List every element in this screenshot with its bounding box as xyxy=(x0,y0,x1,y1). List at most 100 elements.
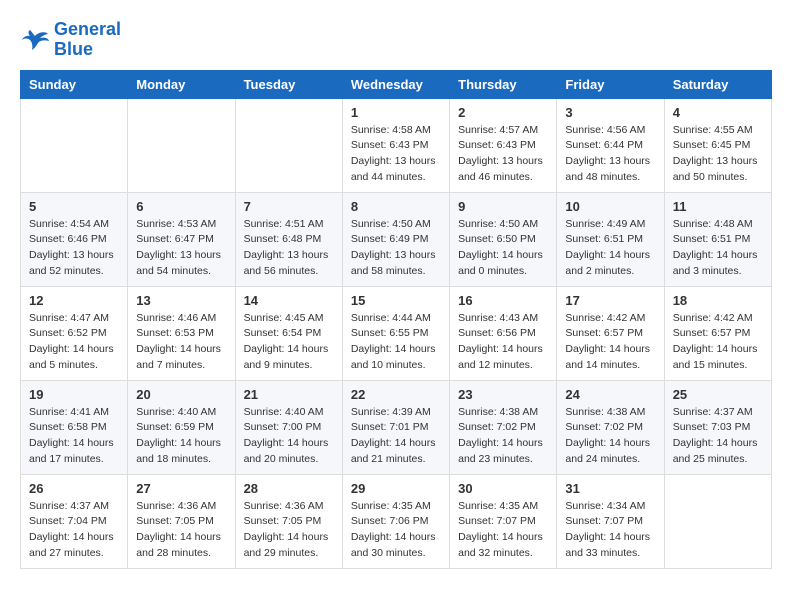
calendar-day-26: 26 Sunrise: 4:37 AM Sunset: 7:04 PM Dayli… xyxy=(21,474,128,568)
day-number: 9 xyxy=(458,199,548,214)
day-info: Sunrise: 4:42 AM Sunset: 6:57 PM Dayligh… xyxy=(673,311,763,374)
empty-day-cell xyxy=(128,98,235,192)
calendar-week-row: 19 Sunrise: 4:41 AM Sunset: 6:58 PM Dayli… xyxy=(21,380,772,474)
page-header: General Blue xyxy=(20,20,772,60)
day-info: Sunrise: 4:53 AM Sunset: 6:47 PM Dayligh… xyxy=(136,217,226,280)
calendar-week-row: 12 Sunrise: 4:47 AM Sunset: 6:52 PM Dayli… xyxy=(21,286,772,380)
calendar-day-21: 21 Sunrise: 4:40 AM Sunset: 7:00 PM Dayli… xyxy=(235,380,342,474)
empty-day-cell xyxy=(235,98,342,192)
weekday-header-sunday: Sunday xyxy=(21,70,128,98)
day-number: 23 xyxy=(458,387,548,402)
day-info: Sunrise: 4:41 AM Sunset: 6:58 PM Dayligh… xyxy=(29,405,119,468)
calendar-day-16: 16Sunrise: 4:43 AM Sunset: 6:56 PM Dayli… xyxy=(450,286,557,380)
day-info: Sunrise: 4:46 AM Sunset: 6:53 PM Dayligh… xyxy=(136,311,226,374)
calendar-day-12: 12 Sunrise: 4:47 AM Sunset: 6:52 PM Dayli… xyxy=(21,286,128,380)
calendar-day-24: 24 Sunrise: 4:38 AM Sunset: 7:02 PM Dayli… xyxy=(557,380,664,474)
day-info: Sunrise: 4:54 AM Sunset: 6:46 PM Dayligh… xyxy=(29,217,119,280)
day-info: Sunrise: 4:50 AM Sunset: 6:49 PM Dayligh… xyxy=(351,217,441,280)
day-number: 26 xyxy=(29,481,119,496)
empty-day-cell xyxy=(664,474,771,568)
day-info: Sunrise: 4:39 AM Sunset: 7:01 PM Dayligh… xyxy=(351,405,441,468)
day-info: Sunrise: 4:34 AM Sunset: 7:07 PM Dayligh… xyxy=(565,499,655,562)
day-number: 19 xyxy=(29,387,119,402)
logo: General Blue xyxy=(20,20,121,60)
weekday-header-friday: Friday xyxy=(557,70,664,98)
day-number: 31 xyxy=(565,481,655,496)
calendar-day-6: 6 Sunrise: 4:53 AM Sunset: 6:47 PM Daylig… xyxy=(128,192,235,286)
day-info: Sunrise: 4:51 AM Sunset: 6:48 PM Dayligh… xyxy=(244,217,334,280)
logo-text: General Blue xyxy=(54,20,121,60)
calendar-day-29: 29 Sunrise: 4:35 AM Sunset: 7:06 PM Dayli… xyxy=(342,474,449,568)
day-info: Sunrise: 4:56 AM Sunset: 6:44 PM Dayligh… xyxy=(565,123,655,186)
day-number: 4 xyxy=(673,105,763,120)
calendar-day-9: 9Sunrise: 4:50 AM Sunset: 6:50 PM Daylig… xyxy=(450,192,557,286)
day-number: 20 xyxy=(136,387,226,402)
calendar-day-4: 4 Sunrise: 4:55 AM Sunset: 6:45 PM Daylig… xyxy=(664,98,771,192)
day-number: 7 xyxy=(244,199,334,214)
day-number: 10 xyxy=(565,199,655,214)
day-number: 15 xyxy=(351,293,441,308)
day-info: Sunrise: 4:40 AM Sunset: 6:59 PM Dayligh… xyxy=(136,405,226,468)
day-info: Sunrise: 4:35 AM Sunset: 7:06 PM Dayligh… xyxy=(351,499,441,562)
day-number: 27 xyxy=(136,481,226,496)
weekday-header-saturday: Saturday xyxy=(664,70,771,98)
day-number: 21 xyxy=(244,387,334,402)
day-number: 12 xyxy=(29,293,119,308)
day-info: Sunrise: 4:57 AM Sunset: 6:43 PM Dayligh… xyxy=(458,123,548,186)
calendar-day-11: 11Sunrise: 4:48 AM Sunset: 6:51 PM Dayli… xyxy=(664,192,771,286)
calendar-day-15: 15Sunrise: 4:44 AM Sunset: 6:55 PM Dayli… xyxy=(342,286,449,380)
day-number: 1 xyxy=(351,105,441,120)
calendar-day-31: 31 Sunrise: 4:34 AM Sunset: 7:07 PM Dayli… xyxy=(557,474,664,568)
day-info: Sunrise: 4:40 AM Sunset: 7:00 PM Dayligh… xyxy=(244,405,334,468)
calendar-day-5: 5Sunrise: 4:54 AM Sunset: 6:46 PM Daylig… xyxy=(21,192,128,286)
calendar-day-25: 25Sunrise: 4:37 AM Sunset: 7:03 PM Dayli… xyxy=(664,380,771,474)
day-number: 2 xyxy=(458,105,548,120)
calendar-day-7: 7 Sunrise: 4:51 AM Sunset: 6:48 PM Daylig… xyxy=(235,192,342,286)
calendar-day-1: 1 Sunrise: 4:58 AM Sunset: 6:43 PM Daylig… xyxy=(342,98,449,192)
day-number: 28 xyxy=(244,481,334,496)
calendar-day-19: 19 Sunrise: 4:41 AM Sunset: 6:58 PM Dayli… xyxy=(21,380,128,474)
day-info: Sunrise: 4:38 AM Sunset: 7:02 PM Dayligh… xyxy=(565,405,655,468)
day-info: Sunrise: 4:58 AM Sunset: 6:43 PM Dayligh… xyxy=(351,123,441,186)
calendar-day-23: 23 Sunrise: 4:38 AM Sunset: 7:02 PM Dayli… xyxy=(450,380,557,474)
weekday-header-wednesday: Wednesday xyxy=(342,70,449,98)
day-info: Sunrise: 4:35 AM Sunset: 7:07 PM Dayligh… xyxy=(458,499,548,562)
calendar-day-22: 22 Sunrise: 4:39 AM Sunset: 7:01 PM Dayli… xyxy=(342,380,449,474)
weekday-header-thursday: Thursday xyxy=(450,70,557,98)
calendar-day-28: 28 Sunrise: 4:36 AM Sunset: 7:05 PM Dayli… xyxy=(235,474,342,568)
calendar-day-13: 13Sunrise: 4:46 AM Sunset: 6:53 PM Dayli… xyxy=(128,286,235,380)
day-number: 29 xyxy=(351,481,441,496)
calendar-day-2: 2 Sunrise: 4:57 AM Sunset: 6:43 PM Daylig… xyxy=(450,98,557,192)
day-number: 14 xyxy=(244,293,334,308)
day-number: 22 xyxy=(351,387,441,402)
calendar-day-27: 27Sunrise: 4:36 AM Sunset: 7:05 PM Dayli… xyxy=(128,474,235,568)
day-number: 18 xyxy=(673,293,763,308)
logo-bird-icon xyxy=(20,28,50,52)
day-info: Sunrise: 4:38 AM Sunset: 7:02 PM Dayligh… xyxy=(458,405,548,468)
day-info: Sunrise: 4:55 AM Sunset: 6:45 PM Dayligh… xyxy=(673,123,763,186)
weekday-header-tuesday: Tuesday xyxy=(235,70,342,98)
day-info: Sunrise: 4:48 AM Sunset: 6:51 PM Dayligh… xyxy=(673,217,763,280)
day-info: Sunrise: 4:37 AM Sunset: 7:03 PM Dayligh… xyxy=(673,405,763,468)
calendar-day-14: 14 Sunrise: 4:45 AM Sunset: 6:54 PM Dayli… xyxy=(235,286,342,380)
calendar-week-row: 1 Sunrise: 4:58 AM Sunset: 6:43 PM Daylig… xyxy=(21,98,772,192)
calendar-week-row: 26 Sunrise: 4:37 AM Sunset: 7:04 PM Dayli… xyxy=(21,474,772,568)
calendar-day-8: 8Sunrise: 4:50 AM Sunset: 6:49 PM Daylig… xyxy=(342,192,449,286)
day-info: Sunrise: 4:36 AM Sunset: 7:05 PM Dayligh… xyxy=(244,499,334,562)
calendar-day-30: 30Sunrise: 4:35 AM Sunset: 7:07 PM Dayli… xyxy=(450,474,557,568)
day-number: 16 xyxy=(458,293,548,308)
day-number: 6 xyxy=(136,199,226,214)
calendar-day-3: 3Sunrise: 4:56 AM Sunset: 6:44 PM Daylig… xyxy=(557,98,664,192)
calendar-day-20: 20 Sunrise: 4:40 AM Sunset: 6:59 PM Dayli… xyxy=(128,380,235,474)
day-info: Sunrise: 4:37 AM Sunset: 7:04 PM Dayligh… xyxy=(29,499,119,562)
day-number: 17 xyxy=(565,293,655,308)
day-info: Sunrise: 4:45 AM Sunset: 6:54 PM Dayligh… xyxy=(244,311,334,374)
calendar-table: SundayMondayTuesdayWednesdayThursdayFrid… xyxy=(20,70,772,569)
calendar-day-10: 10 Sunrise: 4:49 AM Sunset: 6:51 PM Dayli… xyxy=(557,192,664,286)
day-info: Sunrise: 4:49 AM Sunset: 6:51 PM Dayligh… xyxy=(565,217,655,280)
day-number: 24 xyxy=(565,387,655,402)
empty-day-cell xyxy=(21,98,128,192)
day-info: Sunrise: 4:47 AM Sunset: 6:52 PM Dayligh… xyxy=(29,311,119,374)
calendar-week-row: 5Sunrise: 4:54 AM Sunset: 6:46 PM Daylig… xyxy=(21,192,772,286)
calendar-day-17: 17Sunrise: 4:42 AM Sunset: 6:57 PM Dayli… xyxy=(557,286,664,380)
